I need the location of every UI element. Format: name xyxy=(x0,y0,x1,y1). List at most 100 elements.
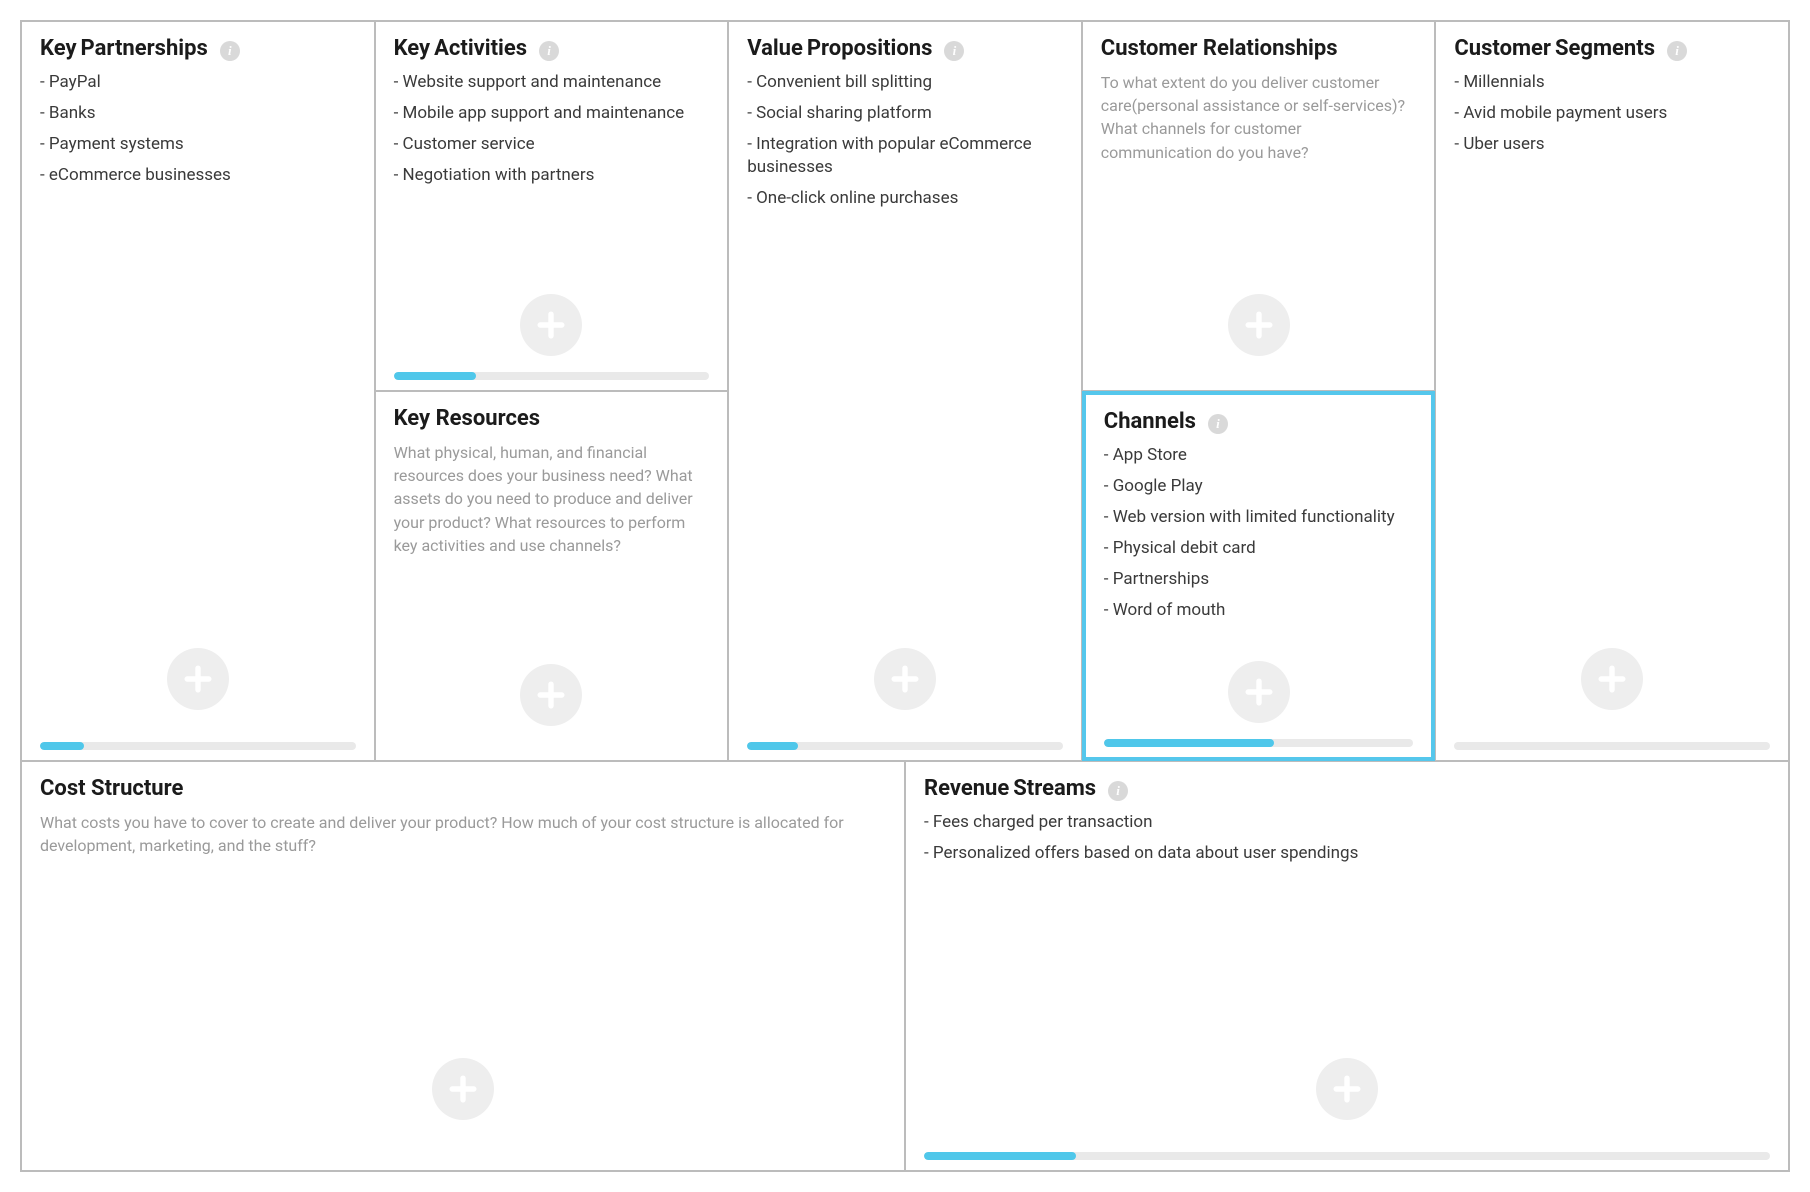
progress-fill xyxy=(1104,739,1274,747)
list-item[interactable]: Negotiation with partners xyxy=(394,164,710,187)
cell-customer-relationships[interactable]: Customer Relationships To what extent do… xyxy=(1082,21,1436,391)
info-icon[interactable]: i xyxy=(1108,781,1128,801)
list-item[interactable]: Uber users xyxy=(1454,133,1770,156)
cell-value-propositions[interactable]: Value Propositions i Convenient bill spl… xyxy=(728,21,1082,761)
plus-icon xyxy=(445,1071,481,1107)
cell-customer-segments[interactable]: Customer Segments i Millennials Avid mobi… xyxy=(1435,21,1789,761)
title-word-1: Key xyxy=(394,36,431,61)
list-item[interactable]: eCommerce businesses xyxy=(40,164,356,187)
info-icon[interactable]: i xyxy=(944,41,964,61)
add-button[interactable] xyxy=(167,648,229,710)
cell-revenue-streams[interactable]: Revenue Streams i Fees charged per trans… xyxy=(905,761,1789,1171)
list-item[interactable]: Mobile app support and maintenance xyxy=(394,102,710,125)
list-item[interactable]: Fees charged per transaction xyxy=(924,811,1770,834)
list-item[interactable]: Banks xyxy=(40,102,356,125)
cell-cost-structure[interactable]: Cost Structure What costs you have to co… xyxy=(21,761,905,1171)
title-word-1: Cost Structure xyxy=(40,776,183,801)
item-list: Millennials Avid mobile payment users Uber… xyxy=(1454,71,1770,156)
list-item[interactable]: App Store xyxy=(1104,444,1414,467)
list-item[interactable]: PayPal xyxy=(40,71,356,94)
progress-fill xyxy=(394,372,476,380)
list-item[interactable]: Millennials xyxy=(1454,71,1770,94)
list-item[interactable]: Customer service xyxy=(394,133,710,156)
list-item[interactable]: Payment systems xyxy=(40,133,356,156)
placeholder-text: To what extent do you deliver customer c… xyxy=(1101,71,1417,164)
list-item[interactable]: Avid mobile payment users xyxy=(1454,102,1770,125)
title-word-1: Key Resources xyxy=(394,406,541,431)
plus-icon xyxy=(1594,661,1630,697)
progress-bar xyxy=(924,1152,1770,1160)
add-button[interactable] xyxy=(520,294,582,356)
progress-fill xyxy=(924,1152,1076,1160)
progress-fill xyxy=(747,742,797,750)
cell-key-partnerships[interactable]: Key Partnerships i PayPal Banks Payment sy… xyxy=(21,21,375,761)
list-item[interactable]: Integration with popular eCommerce busin… xyxy=(747,133,1063,179)
list-item[interactable]: Website support and maintenance xyxy=(394,71,710,94)
item-list: Website support and maintenance Mobile ap… xyxy=(394,71,710,187)
add-button[interactable] xyxy=(520,664,582,726)
title-word-2: Propositions xyxy=(807,36,933,61)
progress-bar xyxy=(40,742,356,750)
item-list: PayPal Banks Payment systems eCommerce busi… xyxy=(40,71,356,187)
cell-title: Key Partnerships i xyxy=(40,36,356,61)
cell-channels[interactable]: Channels i App Store Google Play Web versi… xyxy=(1082,391,1436,761)
title-word-1: Customer Relationships xyxy=(1101,36,1338,61)
cell-key-resources[interactable]: Key Resources What physical, human, and … xyxy=(375,391,729,761)
business-model-canvas: Key Partnerships i PayPal Banks Payment sy… xyxy=(20,20,1790,1172)
title-word-1: Revenue xyxy=(924,776,1009,801)
title-word-1: Channels xyxy=(1104,409,1196,434)
cell-title: Customer Relationships xyxy=(1101,36,1417,61)
placeholder-text: What physical, human, and financial reso… xyxy=(394,441,710,557)
list-item[interactable]: Personalized offers based on data about … xyxy=(924,842,1770,865)
add-button[interactable] xyxy=(432,1058,494,1120)
list-item[interactable]: Convenient bill splitting xyxy=(747,71,1063,94)
cell-key-activities[interactable]: Key Activities i Website support and mai… xyxy=(375,21,729,391)
item-list: App Store Google Play Web version with lim… xyxy=(1104,444,1414,622)
plus-icon xyxy=(533,307,569,343)
cell-title: Revenue Streams i xyxy=(924,776,1770,801)
title-word-1: Value xyxy=(747,36,803,61)
placeholder-text: What costs you have to cover to create a… xyxy=(40,811,886,857)
title-word-1: Key xyxy=(40,36,77,61)
info-icon[interactable]: i xyxy=(1667,41,1687,61)
plus-icon xyxy=(887,661,923,697)
info-icon[interactable]: i xyxy=(539,41,559,61)
add-button[interactable] xyxy=(1228,294,1290,356)
list-item[interactable]: Word of mouth xyxy=(1104,599,1414,622)
list-item[interactable]: Social sharing platform xyxy=(747,102,1063,125)
title-word-2: Streams xyxy=(1013,776,1096,801)
title-word-2: Segments xyxy=(1555,36,1655,61)
list-item[interactable]: Partnerships xyxy=(1104,568,1414,591)
info-icon[interactable]: i xyxy=(220,41,240,61)
title-word-2: Activities xyxy=(434,36,527,61)
title-word-1: Customer xyxy=(1454,36,1551,61)
add-button[interactable] xyxy=(1581,648,1643,710)
plus-icon xyxy=(1241,674,1277,710)
item-list: Convenient bill splitting Social sharing … xyxy=(747,71,1063,210)
cell-title: Channels i xyxy=(1104,409,1414,434)
progress-bar xyxy=(747,742,1063,750)
item-list: Fees charged per transaction Personalized… xyxy=(924,811,1770,865)
add-button[interactable] xyxy=(1316,1058,1378,1120)
cell-title: Key Resources xyxy=(394,406,710,431)
progress-bar xyxy=(394,372,710,380)
list-item[interactable]: Google Play xyxy=(1104,475,1414,498)
add-button[interactable] xyxy=(874,648,936,710)
cell-title: Customer Segments i xyxy=(1454,36,1770,61)
cell-title: Cost Structure xyxy=(40,776,886,801)
info-icon[interactable]: i xyxy=(1208,414,1228,434)
list-item[interactable]: Physical debit card xyxy=(1104,537,1414,560)
plus-icon xyxy=(533,677,569,713)
list-item[interactable]: One-click online purchases xyxy=(747,187,1063,210)
list-item[interactable]: Web version with limited functionality xyxy=(1104,506,1414,529)
progress-fill xyxy=(40,742,84,750)
plus-icon xyxy=(1241,307,1277,343)
title-word-2: Partnerships xyxy=(81,36,208,61)
progress-bar xyxy=(1454,742,1770,750)
add-button[interactable] xyxy=(1228,661,1290,723)
progress-bar xyxy=(1104,739,1414,747)
cell-title: Value Propositions i xyxy=(747,36,1063,61)
plus-icon xyxy=(1329,1071,1365,1107)
cell-title: Key Activities i xyxy=(394,36,710,61)
plus-icon xyxy=(180,661,216,697)
